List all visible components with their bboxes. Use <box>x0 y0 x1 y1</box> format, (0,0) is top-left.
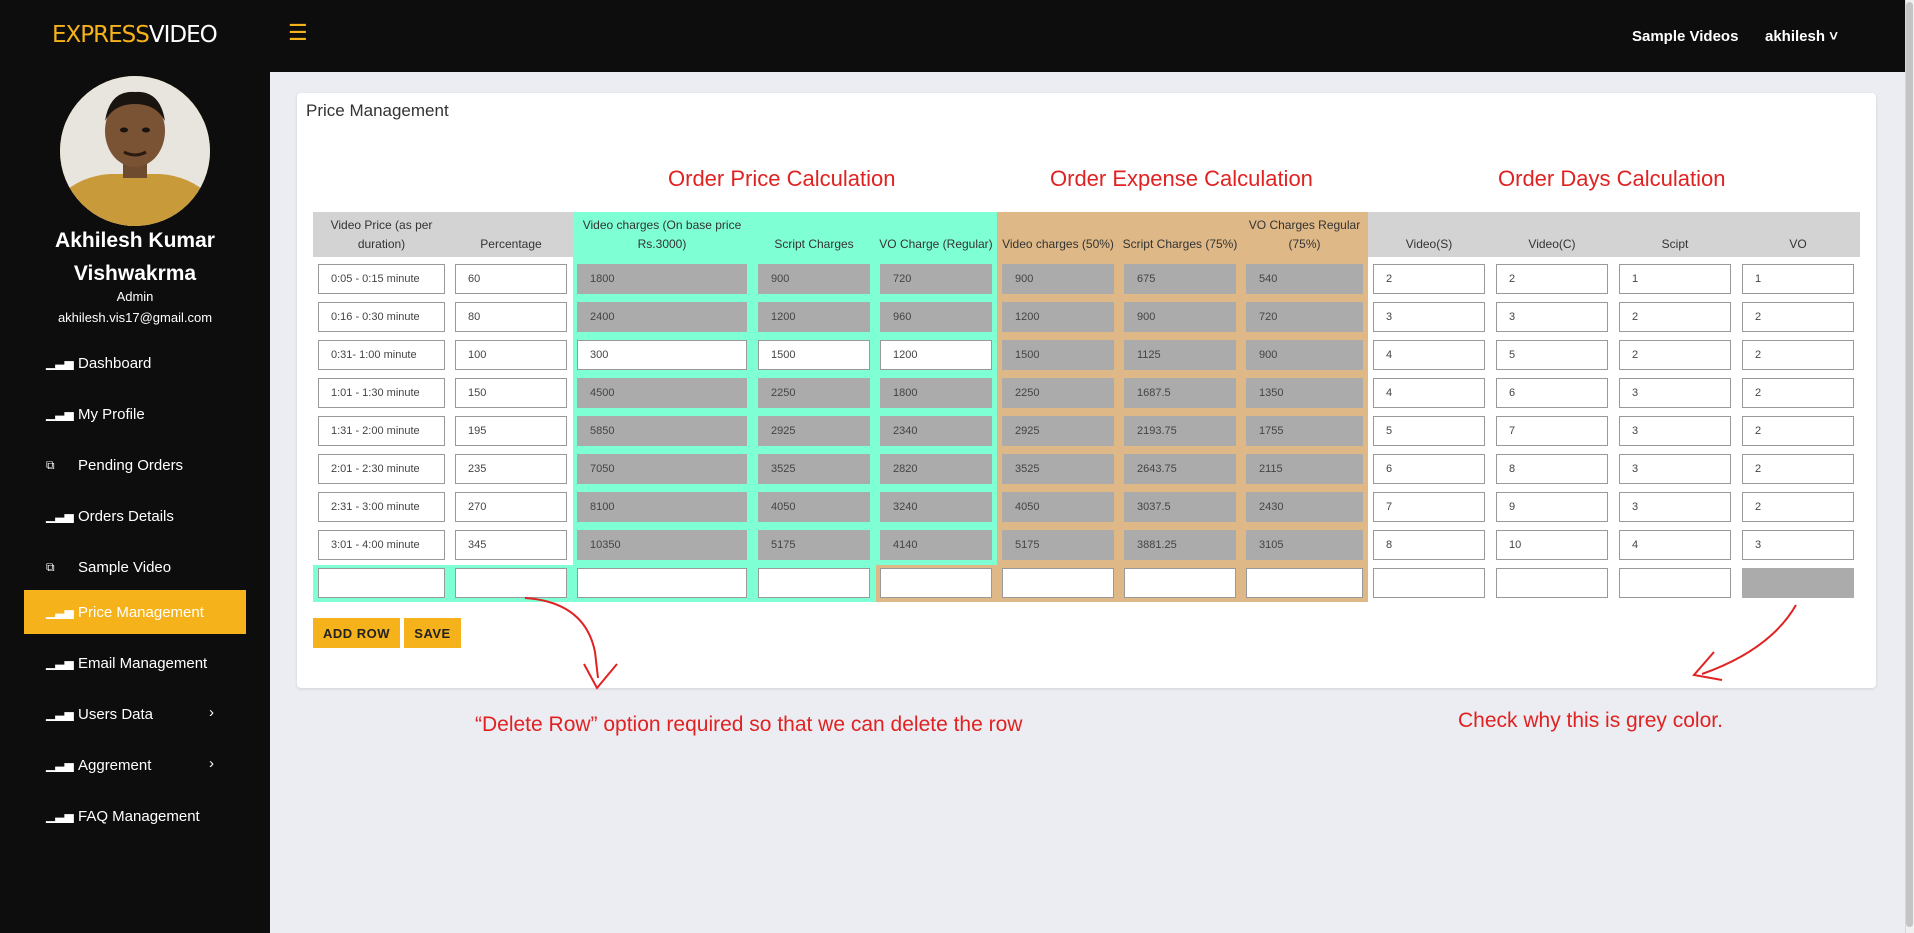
annotation-arrows <box>524 597 1797 690</box>
annotation-arrow-left <box>524 597 599 679</box>
annotation-grey-color-note: Check why this is grey color. <box>1458 709 1723 732</box>
annotation-arrow-right <box>1701 604 1797 675</box>
annotation-arrowhead-left <box>583 663 618 690</box>
annotation-delete-row-note: “Delete Row” option required so that we … <box>475 713 1023 736</box>
annotation-arrowhead-right <box>1692 651 1723 681</box>
